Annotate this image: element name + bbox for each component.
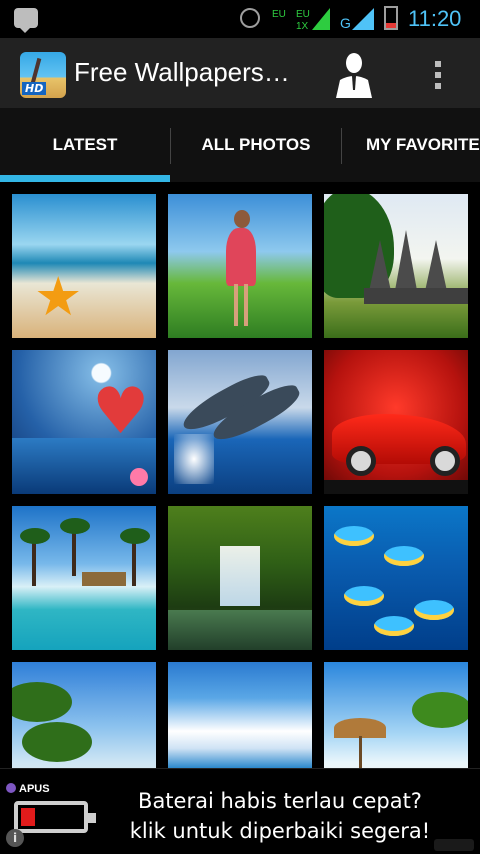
action-bar: HD Free Wallpapers…	[0, 38, 480, 110]
wheel-graphic	[346, 446, 376, 476]
thumbnail-beach-starfish[interactable]: ★	[12, 194, 156, 338]
fish-graphic	[384, 546, 424, 566]
battery-icon	[14, 801, 96, 833]
app-title: Free Wallpapers…	[74, 57, 290, 87]
app-logo-icon[interactable]: HD	[20, 52, 66, 98]
tab-all-photos[interactable]: ALL PHOTOS	[171, 110, 341, 182]
rose-graphic	[130, 468, 148, 486]
tab-indicator	[0, 175, 170, 182]
palm-fronds	[20, 528, 50, 544]
thumbnail-waterfall[interactable]	[168, 506, 312, 650]
clock: 11:20	[408, 6, 462, 31]
google-play-badge	[434, 839, 474, 851]
signal-icon: G	[340, 8, 374, 31]
fish-graphic	[414, 600, 454, 620]
hut-graphic	[82, 572, 126, 586]
temple-base	[364, 288, 468, 304]
signal-icon: EU EU 1X	[272, 8, 330, 32]
thumbnail-heart-ocean[interactable]: ♥	[12, 350, 156, 494]
thumbnail-dolphins[interactable]	[168, 350, 312, 494]
wallpaper-grid: ★ ♥	[0, 182, 480, 768]
palm-fronds	[60, 518, 90, 534]
wheel-graphic	[430, 446, 460, 476]
thumbnail-seascape-pier[interactable]	[168, 662, 312, 768]
palm-fronds	[22, 722, 92, 762]
figure-head	[234, 210, 250, 228]
palm-graphic	[30, 57, 42, 85]
thumbnail-temple[interactable]	[324, 194, 468, 338]
ad-brand: APUS	[6, 783, 50, 795]
battery-icon	[384, 6, 398, 30]
thumbnail-beach-hut[interactable]	[324, 662, 468, 768]
ad-banner[interactable]: APUS Baterai habis terlau cepat? klik un…	[0, 768, 480, 854]
thumbnail-tropical-beach[interactable]	[12, 506, 156, 650]
thumbnail-red-car[interactable]	[324, 350, 468, 494]
thumbnail-palm-coast[interactable]	[12, 662, 156, 768]
status-bar: EU EU 1X G 11:20	[0, 0, 480, 38]
hd-badge: HD	[22, 82, 47, 95]
bbm-icon	[14, 8, 38, 33]
fish-graphic	[374, 616, 414, 636]
battery-level	[21, 808, 35, 826]
svg-text:EU: EU	[296, 9, 310, 20]
fish-graphic	[334, 526, 374, 546]
thumbnail-fish-reef[interactable]	[324, 506, 468, 650]
starfish-graphic: ★	[34, 265, 83, 328]
palm-fronds	[12, 682, 72, 722]
floor-graphic	[324, 480, 468, 494]
tab-bar: LATEST ALL PHOTOS MY FAVORITES	[0, 110, 480, 182]
pool-graphic	[168, 610, 312, 650]
tower-graphic	[394, 230, 418, 296]
waterfall-graphic	[220, 546, 260, 606]
overflow-menu-icon[interactable]	[430, 58, 446, 92]
tab-latest[interactable]: LATEST	[0, 110, 170, 182]
person-icon[interactable]	[334, 50, 374, 98]
fish-graphic	[344, 586, 384, 606]
svg-text:G: G	[340, 15, 351, 31]
palm-fronds	[120, 528, 150, 544]
figure-dress	[226, 228, 256, 286]
svg-text:EU: EU	[272, 9, 286, 20]
ad-subline: klik untuk diperbaiki segera!	[129, 819, 431, 843]
thumbnail-girl-in-meadow[interactable]	[168, 194, 312, 338]
splash-graphic	[174, 434, 214, 484]
tab-my-favorites[interactable]: MY FAVORITES	[342, 110, 480, 182]
palm-fronds	[412, 692, 468, 728]
alarm-icon	[240, 8, 260, 28]
figure-legs	[234, 284, 238, 326]
umbrella-pole	[359, 736, 362, 768]
svg-text:1X: 1X	[296, 21, 309, 32]
heart-graphic: ♥	[92, 375, 150, 449]
umbrella-graphic	[334, 718, 386, 738]
info-icon[interactable]: i	[6, 829, 24, 847]
ad-headline: Baterai habis terlau cepat?	[138, 789, 422, 813]
